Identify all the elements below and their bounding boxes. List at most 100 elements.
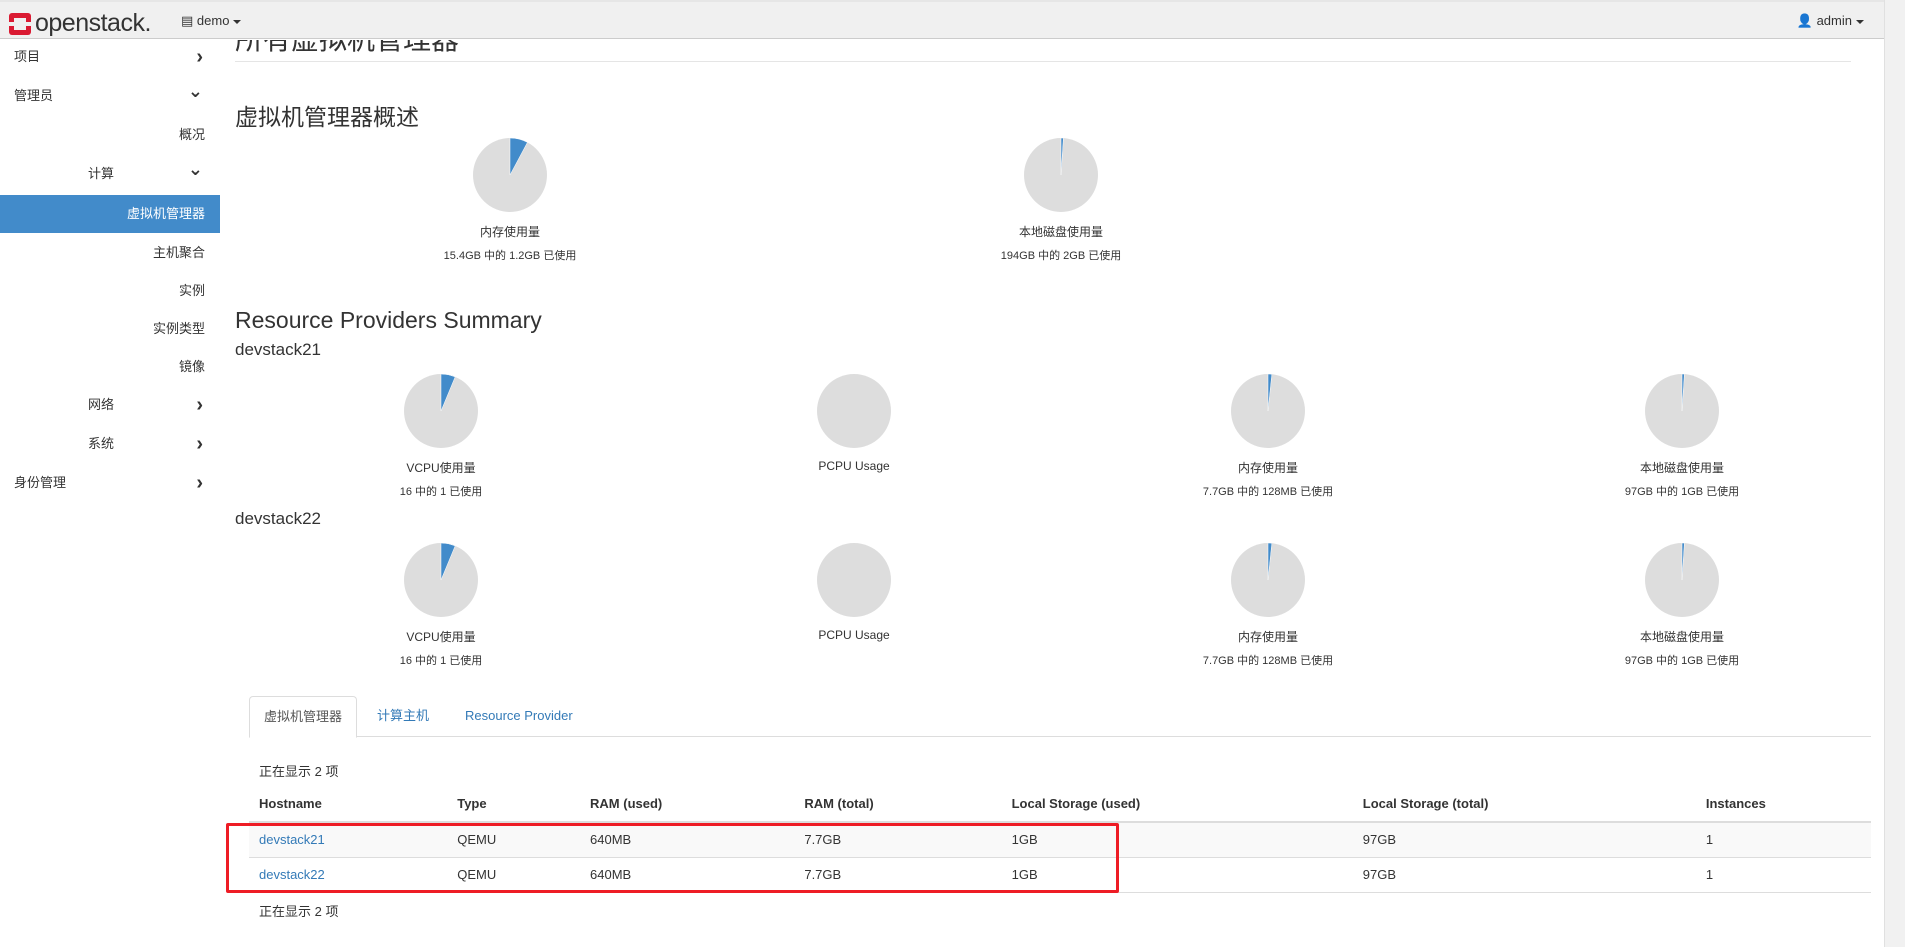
table-cell: 97GB: [1352, 856, 1696, 893]
sidebar-item[interactable]: 计算 ⌄: [0, 155, 220, 193]
sidebar-item[interactable]: 实例: [0, 272, 220, 310]
pie-subtitle: [744, 649, 964, 661]
hostname-link[interactable]: devstack21: [259, 832, 325, 847]
rp-summary-title: Resource Providers Summary: [235, 307, 542, 333]
table-cell: QEMU: [447, 856, 581, 893]
pie-title: 本地磁盘使用量: [1639, 630, 1724, 644]
sidebar-item-label: 主机聚合: [152, 245, 205, 260]
column-header: Hostname: [249, 786, 448, 823]
provider-name: devstack22: [235, 509, 321, 528]
sidebar-item-label: 实例类型: [152, 321, 205, 336]
table-row: devstack21 QEMU 640MB 7.7GB 1GB 97GB 1: [249, 821, 1871, 857]
sidebar-item[interactable]: 网络 ›: [0, 386, 220, 424]
sidebar-item[interactable]: 项目 ›: [0, 38, 220, 76]
tab-hypervisors[interactable]: 虚拟机管理器: [249, 696, 358, 738]
sidebar-item-label: 管理员: [14, 88, 54, 103]
tab-resource-provider[interactable]: Resource Provider: [451, 696, 587, 737]
pie-title: 内存使用量: [479, 225, 540, 239]
pie-subtitle: 97GB 中的 1GB 已使用: [1624, 655, 1740, 667]
pie-free-slice: [817, 543, 891, 617]
table-cell: 7.7GB: [794, 821, 1002, 857]
usage-pie-chart: PCPU Usage: [744, 542, 964, 661]
sidebar-item[interactable]: 概况: [0, 116, 220, 154]
chevron-right-icon: ›: [196, 46, 203, 68]
pie-title: PCPU Usage: [818, 459, 890, 473]
pie-svg: [1645, 373, 1719, 448]
table-cell: 1GB: [1001, 856, 1353, 893]
usage-pie-chart: 内存使用量 15.4GB 中的 1.2GB 已使用: [400, 137, 620, 263]
pie-title: VCPU使用量: [406, 630, 476, 644]
pie-subtitle: 7.7GB 中的 128MB 已使用: [1202, 486, 1334, 498]
column-header: RAM (used): [580, 786, 795, 823]
chevron-down-icon: ⌄: [187, 81, 203, 101]
project-selector[interactable]: ▤ demo: [181, 13, 242, 29]
sidebar-item[interactable]: 镜像: [0, 348, 220, 386]
table-cell: 1GB: [1001, 821, 1353, 857]
chevron-right-icon: ›: [196, 472, 203, 494]
column-header: Local Storage (total): [1352, 786, 1696, 823]
pie-subtitle: [744, 480, 964, 492]
usage-pie-chart: 内存使用量 7.7GB 中的 128MB 已使用: [1158, 373, 1378, 499]
pie-title: PCPU Usage: [818, 628, 890, 642]
chevron-down-icon: ⌄: [187, 159, 203, 179]
pie-subtitle: 15.4GB 中的 1.2GB 已使用: [443, 250, 577, 262]
pie-free-slice: [817, 374, 891, 448]
pie-svg: [473, 137, 547, 212]
caret-down-icon: [1856, 19, 1864, 24]
provider-name: devstack21: [235, 340, 321, 359]
table-cell: 1: [1695, 856, 1871, 893]
column-header: Local Storage (used): [1001, 786, 1353, 823]
sidebar-item-label: 镜像: [178, 359, 205, 374]
sidebar-item[interactable]: 虚拟机管理器: [0, 195, 220, 233]
chevron-right-icon: ›: [196, 394, 203, 416]
pie-svg: [817, 374, 891, 448]
openstack-logo-icon: [9, 12, 31, 35]
pie-svg: [1645, 542, 1719, 617]
scrollbar[interactable]: [1884, 0, 1905, 947]
pie-subtitle: 16 中的 1 已使用: [399, 486, 483, 498]
pie-svg: [404, 542, 478, 617]
pie-svg: [404, 373, 478, 448]
pie-title: VCPU使用量: [406, 461, 476, 475]
openstack-logo[interactable]: openstack.: [9, 9, 151, 38]
tab-compute-hosts[interactable]: 计算主机: [363, 696, 443, 737]
column-header: Type: [447, 786, 581, 823]
table-cell: 7.7GB: [794, 856, 1002, 893]
pie-svg: [817, 543, 891, 617]
table-cell: 640MB: [580, 856, 795, 893]
usage-pie-chart: 本地磁盘使用量 97GB 中的 1GB 已使用: [1572, 373, 1792, 499]
pie-subtitle: 7.7GB 中的 128MB 已使用: [1202, 655, 1334, 667]
sidebar-item-label: 概况: [178, 127, 205, 142]
pie-title: 内存使用量: [1237, 630, 1298, 644]
sidebar-item-label: 系统: [88, 436, 115, 451]
sidebar-item-label: 网络: [88, 397, 115, 412]
table-row: devstack22 QEMU 640MB 7.7GB 1GB 97GB 1: [249, 856, 1871, 893]
column-header: RAM (total): [794, 786, 1002, 823]
usage-pie-chart: VCPU使用量 16 中的 1 已使用: [331, 373, 551, 499]
brand-text: openstack.: [35, 9, 151, 37]
user-icon: 👤: [1796, 13, 1817, 28]
sidebar-item[interactable]: 系统 ›: [0, 425, 220, 463]
sidebar-item-label: 身份管理: [14, 475, 67, 490]
pie-svg: [1231, 542, 1305, 617]
pie-subtitle: 194GB 中的 2GB 已使用: [1000, 250, 1122, 262]
sidebar-item-label: 项目: [14, 49, 41, 64]
tab-bar: 虚拟机管理器 计算主机 Resource Provider: [249, 696, 1871, 738]
table-cell: 97GB: [1352, 821, 1696, 857]
pie-subtitle: 97GB 中的 1GB 已使用: [1624, 486, 1740, 498]
usage-pie-chart: 内存使用量 7.7GB 中的 128MB 已使用: [1158, 542, 1378, 668]
pie-title: 内存使用量: [1237, 461, 1298, 475]
sidebar-item[interactable]: 管理员 ⌄: [0, 77, 220, 115]
sidebar-item-label: 实例: [178, 283, 205, 298]
pie-svg: [1231, 373, 1305, 448]
chevron-right-icon: ›: [196, 433, 203, 455]
project-name: demo: [196, 13, 230, 28]
hostname-link[interactable]: devstack22: [259, 867, 325, 882]
pie-svg: [1024, 137, 1098, 212]
sidebar-item-label: 虚拟机管理器: [126, 206, 205, 221]
sidebar-item[interactable]: 实例类型: [0, 310, 220, 348]
user-menu[interactable]: 👤 admin: [1797, 13, 1864, 29]
top-navbar: openstack. ▤ demo 👤 admin: [0, 0, 1884, 39]
sidebar-item[interactable]: 身份管理 ›: [0, 464, 220, 502]
sidebar-item[interactable]: 主机聚合: [0, 234, 220, 272]
